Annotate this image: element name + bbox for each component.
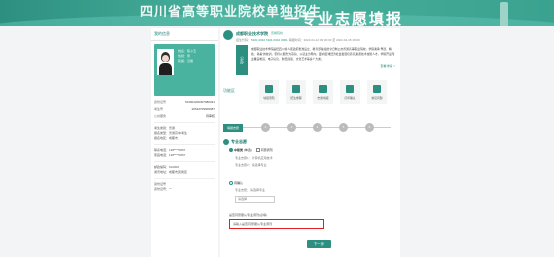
group-line: 报名地区：成都市 — [154, 136, 179, 140]
field-label: 公共服务 — [154, 114, 167, 118]
quick-label: 常见问题 — [371, 96, 383, 100]
quick-item-rules[interactable]: 招生章程 — [286, 80, 306, 104]
profile-title: 我的信息 — [151, 28, 218, 41]
meta-time: 填报时间：2022-04-12 09:00:00 至 2022-04-18 18… — [288, 38, 360, 42]
progress-steps: 填报志愿 2 3 4 5 6 — [223, 121, 397, 135]
profile-ethnic: 民族：汉族 — [178, 59, 194, 63]
field-value: 待审核 — [205, 114, 215, 118]
header-banner: 四川省高等职业院校单独招生 一专业志愿填报 — [0, 0, 554, 26]
step-current[interactable]: 填报志愿 — [223, 124, 243, 132]
field-row: 考生号 20510709000087 — [151, 106, 218, 113]
option-first[interactable]: 中职类 (单选) 同意调剂 — [229, 148, 273, 153]
option-second-label: 待确认 — [234, 181, 244, 185]
divider — [154, 161, 215, 162]
meta-code: 5101 0010 5101 0010 0001 — [251, 38, 288, 42]
option-first-note: (单选) — [243, 148, 252, 152]
school-link[interactable]: 查看院校 — [271, 31, 283, 35]
option-second[interactable]: 待确认 — [229, 181, 244, 186]
choice-line-2: 专业志愿2：请选择专业 — [235, 163, 267, 167]
profile-panel: 我的信息 姓名：陈小玉 性别：男 民族：汉族 身份证号 5139012003070… — [151, 28, 218, 257]
step-dot[interactable]: 3 — [287, 123, 296, 132]
edit-icon — [319, 85, 327, 93]
main-panel: 成都职业技术学院 查看院校 招生代码：5101 0010 5101 0010 0… — [220, 28, 400, 257]
step-dot[interactable]: 4 — [313, 123, 322, 132]
quick-title: 功能区 — [223, 88, 235, 93]
next-button[interactable]: 下一步 — [307, 240, 331, 248]
volunteer-form: 专业志愿 中职类 (单选) 同意调剂 专业志愿1：计算机应用技术 专业志愿2：请… — [223, 139, 397, 249]
field-label: 考生号 — [154, 107, 164, 111]
radio-icon[interactable] — [229, 181, 233, 186]
field-value: 513901200307080031 — [184, 100, 215, 104]
school-meta: 招生代码：5101 0010 5101 0010 0001 填报时间：2022-… — [236, 38, 360, 42]
landmark-icon — [500, 2, 508, 26]
field-row: 身份证号 513901200307080031 — [151, 99, 218, 106]
profile-group-3: 邮政编码：610000 通讯地址：成都市武侯区 — [151, 164, 218, 176]
field-value: 20510709000087 — [191, 107, 215, 111]
adjust-question: 是否同意服从专业调剂(必填) — [229, 213, 267, 217]
field-row: 公共服务 待审核 — [151, 113, 218, 120]
section-icon — [223, 139, 229, 145]
school-description: 成都职业技术学院是经四川省人民政府批准设立、教育部备案的全日制公办普通高等职业院… — [251, 47, 395, 61]
profile-group-4: 身份证号 身份证号：一 — [151, 181, 218, 193]
avatar-body — [159, 63, 172, 75]
profile-group-2: 联系电话：138****0667 家庭电话：138****0667 — [151, 147, 218, 159]
divider — [154, 178, 215, 179]
group-line: 通讯地址：成都市武侯区 — [154, 170, 188, 174]
quick-item-faq[interactable]: 常见问题 — [367, 80, 387, 104]
adjust-input[interactable]: 请输入是否同意服从专业调剂 — [229, 219, 324, 229]
check-label: 同意调剂 — [260, 148, 273, 152]
banner-subtitle: 一专业志愿填报 — [284, 10, 404, 26]
school-card: 成都职业技术学院 查看院校 招生代码：5101 0010 5101 0010 0… — [223, 30, 397, 75]
step-dot[interactable]: 6 — [365, 123, 374, 132]
quick-item-fill[interactable]: 志愿填报 — [313, 80, 333, 104]
checkbox-icon[interactable] — [255, 148, 260, 153]
choice-line-1: 专业志愿1：计算机应用技术 — [235, 156, 273, 160]
divider — [154, 122, 215, 123]
group-line: 身份证号：一 — [154, 187, 173, 191]
notice-icon — [265, 85, 273, 93]
quick-item-print[interactable]: 打印确认 — [340, 80, 360, 104]
divider — [154, 144, 215, 145]
school-logo-icon — [223, 30, 233, 40]
avatar-face — [162, 55, 169, 62]
group-line: 家庭电话：138****0667 — [154, 153, 186, 157]
school-name: 成都职业技术学院 — [236, 31, 268, 36]
quick-menu: 功能区 填报须知 招生章程 志愿填报 打印确认 常见问题 — [223, 80, 397, 106]
quick-label: 打印确认 — [344, 96, 356, 100]
field-label: 身份证号 — [154, 100, 167, 104]
radio-checked-icon[interactable] — [229, 148, 233, 153]
profile-group-1: 考生类别：普通 报名类型：普通高中考生 报名地区：成都市 — [151, 125, 218, 142]
option-first-label: 中职类 — [234, 148, 244, 152]
step-dot[interactable]: 2 — [261, 123, 270, 132]
quick-item-notice[interactable]: 填报须知 — [259, 80, 279, 104]
avatar — [157, 49, 174, 75]
quick-label: 招生章程 — [290, 96, 302, 100]
step-dot[interactable]: 5 — [339, 123, 348, 132]
profile-card: 姓名：陈小玉 性别：男 民族：汉族 — [154, 44, 215, 96]
choice-line-3: 专业志愿：请选择专业 — [235, 188, 266, 192]
quick-label: 填报须知 — [263, 96, 275, 100]
document-icon — [292, 85, 300, 93]
question-icon — [373, 85, 381, 93]
school-badge: 公办 — [236, 45, 248, 75]
profile-basic: 姓名：陈小玉 性别：男 民族：汉族 — [178, 49, 196, 64]
meta-prefix: 招生代码： — [236, 38, 252, 42]
form-section-title: 专业志愿 — [223, 139, 247, 145]
print-icon — [346, 85, 354, 93]
school-more-link[interactable]: 查看详情 > — [380, 64, 395, 68]
quick-label: 志愿填报 — [317, 96, 329, 100]
major-select[interactable]: 请选择 — [235, 196, 275, 203]
